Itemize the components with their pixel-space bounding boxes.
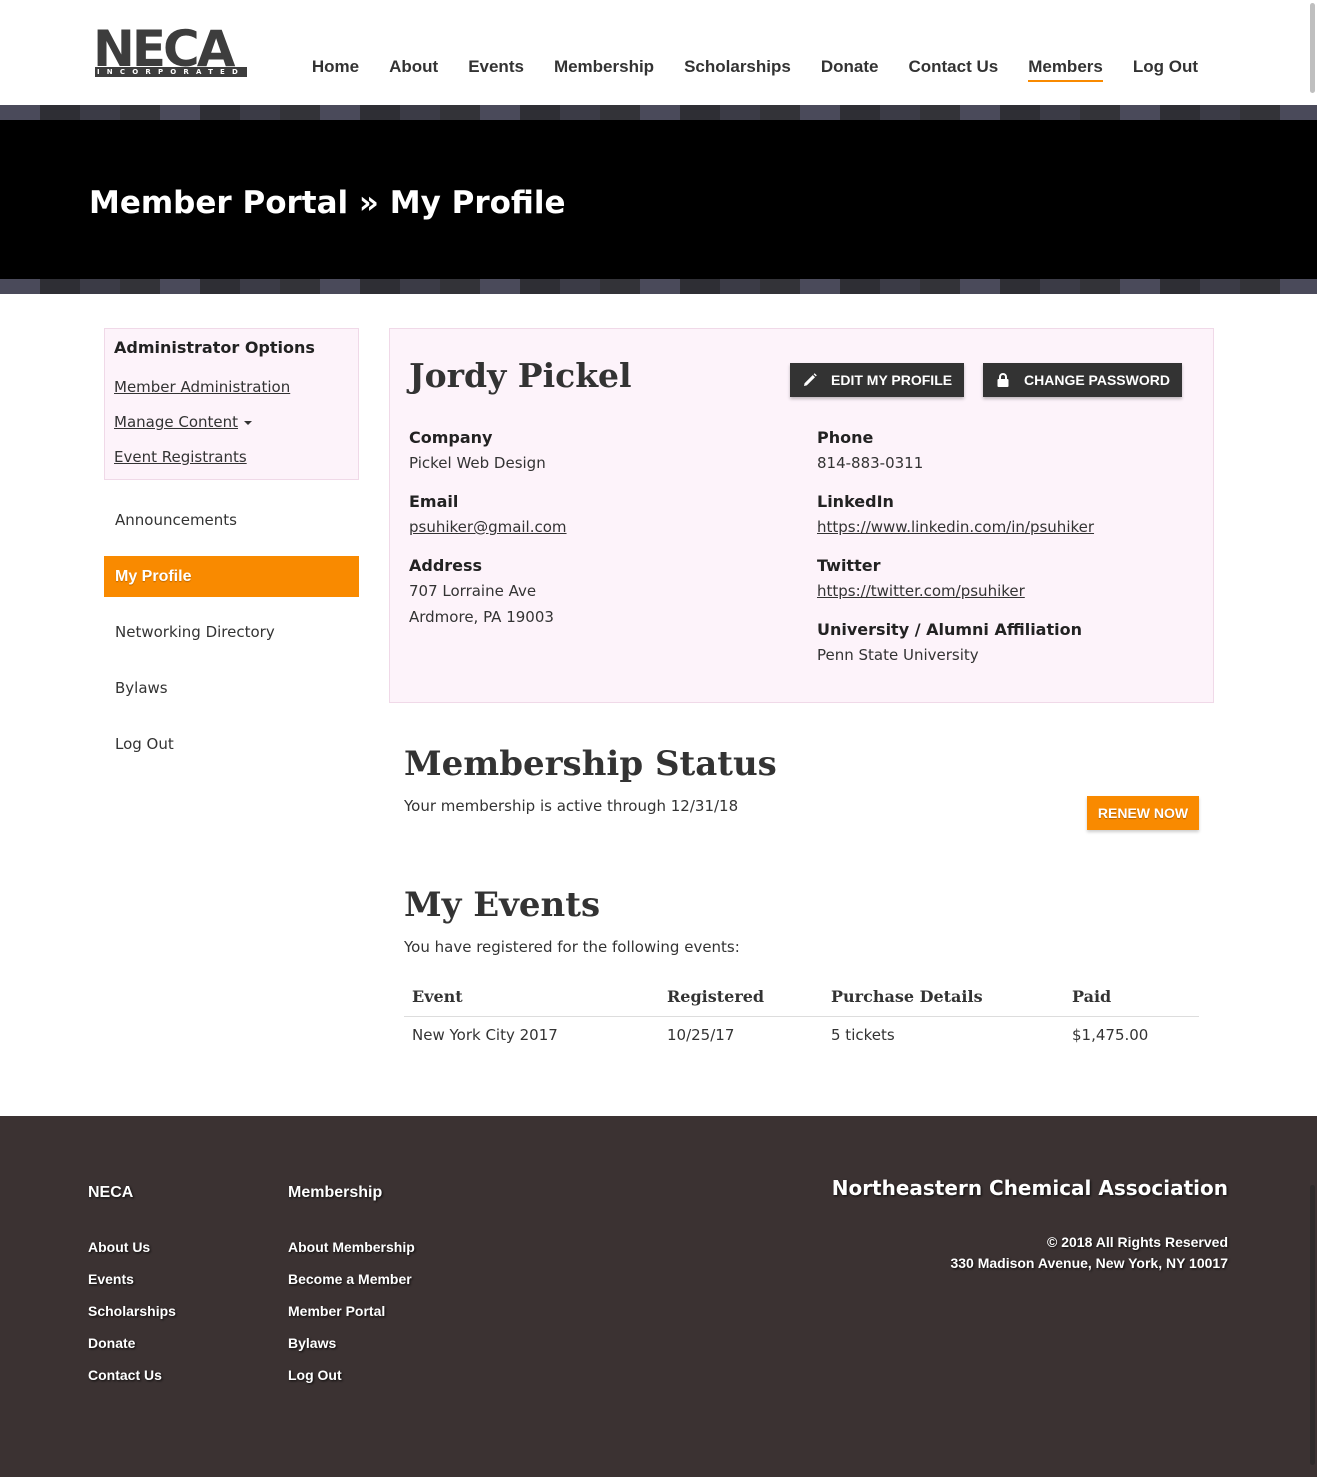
footer-link-events[interactable]: Events [88, 1271, 134, 1287]
sidebar-item-networking-directory[interactable]: Networking Directory [104, 612, 359, 653]
profile-card: Jordy Pickel EDIT MY PROFILE CHANGE PASS… [389, 328, 1214, 703]
nav-membership[interactable]: Membership [539, 56, 669, 82]
member-administration-link[interactable]: Member Administration [114, 378, 290, 396]
logo-subtext: INCORPORATED [95, 67, 247, 77]
footer-org-name: Northeastern Chemical Association [831, 1176, 1228, 1200]
admin-options-panel: Administrator Options Member Administrat… [104, 328, 359, 480]
column-header-event: Event [404, 978, 659, 1017]
phone-value: 814-883-0311 [817, 454, 924, 472]
caret-down-icon [244, 420, 253, 425]
email-link[interactable]: psuhiker@gmail.com [409, 514, 567, 540]
change-password-button[interactable]: CHANGE PASSWORD [983, 363, 1182, 397]
neca-logo[interactable]: NECA INCORPORATED [93, 24, 249, 80]
address-line-2: Ardmore, PA 19003 [409, 608, 554, 626]
footer-address: 330 Madison Avenue, New York, NY 10017 [950, 1255, 1228, 1271]
company-label: Company [409, 428, 493, 447]
pencil-icon [803, 373, 817, 387]
nav-contact-us[interactable]: Contact Us [893, 56, 1013, 82]
footer-link-about-us[interactable]: About Us [88, 1239, 150, 1255]
lock-icon [996, 373, 1010, 387]
university-label: University / Alumni Affiliation [817, 620, 1082, 639]
admin-options-title: Administrator Options [114, 338, 315, 357]
linkedin-link[interactable]: https://www.linkedin.com/in/psuhiker [817, 514, 1094, 540]
linkedin-label: LinkedIn [817, 492, 894, 511]
footer-link-bylaws[interactable]: Bylaws [288, 1335, 336, 1351]
column-header-paid: Paid [1064, 978, 1199, 1017]
column-header-purchase-details: Purchase Details [823, 978, 1064, 1017]
table-row: New York City 2017 10/25/17 5 tickets $1… [404, 1016, 1199, 1054]
edit-profile-label: EDIT MY PROFILE [831, 372, 953, 388]
my-events-title: My Events [404, 885, 601, 925]
footer-link-donate[interactable]: Donate [88, 1335, 135, 1351]
page-banner: Member Portal » My Profile [0, 105, 1317, 294]
registered-date-cell: 10/25/17 [667, 1026, 735, 1045]
footer-link-member-portal[interactable]: Member Portal [288, 1303, 385, 1319]
footer-neca-title: NECA [88, 1184, 134, 1201]
profile-name: Jordy Pickel [409, 356, 632, 395]
renew-now-button[interactable]: RENEW NOW [1087, 796, 1199, 830]
membership-status-text: Your membership is active through 12/31/… [404, 797, 739, 815]
nav-about[interactable]: About [374, 56, 453, 82]
sidebar-item-announcements[interactable]: Announcements [104, 500, 359, 541]
nav-events[interactable]: Events [453, 56, 539, 82]
change-password-label: CHANGE PASSWORD [1024, 372, 1170, 388]
address-line-1: 707 Lorraine Ave [409, 582, 537, 600]
nav-scholarships[interactable]: Scholarships [669, 56, 806, 82]
banner-pattern-top [0, 105, 1317, 120]
page-scrollbar-thumb[interactable] [1310, 3, 1315, 93]
main-nav: Home About Events Membership Scholarship… [297, 56, 1213, 82]
footer-membership-title: Membership [288, 1184, 383, 1201]
nav-log-out[interactable]: Log Out [1118, 56, 1213, 82]
column-header-registered: Registered [659, 978, 823, 1017]
edit-profile-button[interactable]: EDIT MY PROFILE [790, 363, 965, 397]
phone-label: Phone [817, 428, 874, 447]
nav-members[interactable]: Members [1013, 56, 1118, 82]
footer-link-log-out[interactable]: Log Out [288, 1367, 342, 1383]
site-header: NECA INCORPORATED Home About Events Memb… [0, 0, 1317, 105]
sidebar-item-my-profile[interactable]: My Profile [104, 556, 359, 597]
my-events-intro: You have registered for the following ev… [404, 938, 740, 956]
events-table: Event Registered Purchase Details Paid N… [404, 978, 1199, 1054]
university-value: Penn State University [817, 646, 979, 664]
sidebar-item-log-out[interactable]: Log Out [104, 724, 359, 765]
nav-home[interactable]: Home [297, 56, 374, 82]
paid-amount-cell: $1,475.00 [1072, 1026, 1149, 1045]
company-value: Pickel Web Design [409, 454, 546, 472]
footer-link-scholarships[interactable]: Scholarships [88, 1303, 176, 1319]
event-registrants-link[interactable]: Event Registrants [114, 448, 247, 466]
manage-content-label: Manage Content [114, 413, 239, 431]
purchase-details-cell: 5 tickets [831, 1026, 895, 1045]
twitter-link[interactable]: https://twitter.com/psuhiker [817, 578, 1025, 604]
nav-donate[interactable]: Donate [806, 56, 894, 82]
sidebar-item-bylaws[interactable]: Bylaws [104, 668, 359, 709]
page-title: Member Portal » My Profile [89, 185, 566, 221]
site-footer: NECA About Us Events Scholarships Donate… [0, 1116, 1317, 1477]
footer-link-contact-us[interactable]: Contact Us [88, 1367, 162, 1383]
email-label: Email [409, 492, 459, 511]
footer-link-about-membership[interactable]: About Membership [288, 1239, 415, 1255]
footer-copyright: © 2018 All Rights Reserved [1047, 1234, 1228, 1250]
banner-pattern-bottom [0, 279, 1317, 294]
footer-scrollbar-thumb[interactable] [1310, 1185, 1315, 1465]
event-name-cell: New York City 2017 [412, 1026, 558, 1045]
address-label: Address [409, 556, 483, 575]
membership-status-title: Membership Status [404, 744, 777, 784]
member-sidebar: Announcements My Profile Networking Dire… [104, 500, 359, 780]
events-table-header: Event Registered Purchase Details Paid [404, 978, 1199, 1017]
footer-link-become-a-member[interactable]: Become a Member [288, 1271, 412, 1287]
manage-content-dropdown[interactable]: Manage Content [114, 413, 253, 431]
twitter-label: Twitter [817, 556, 881, 575]
